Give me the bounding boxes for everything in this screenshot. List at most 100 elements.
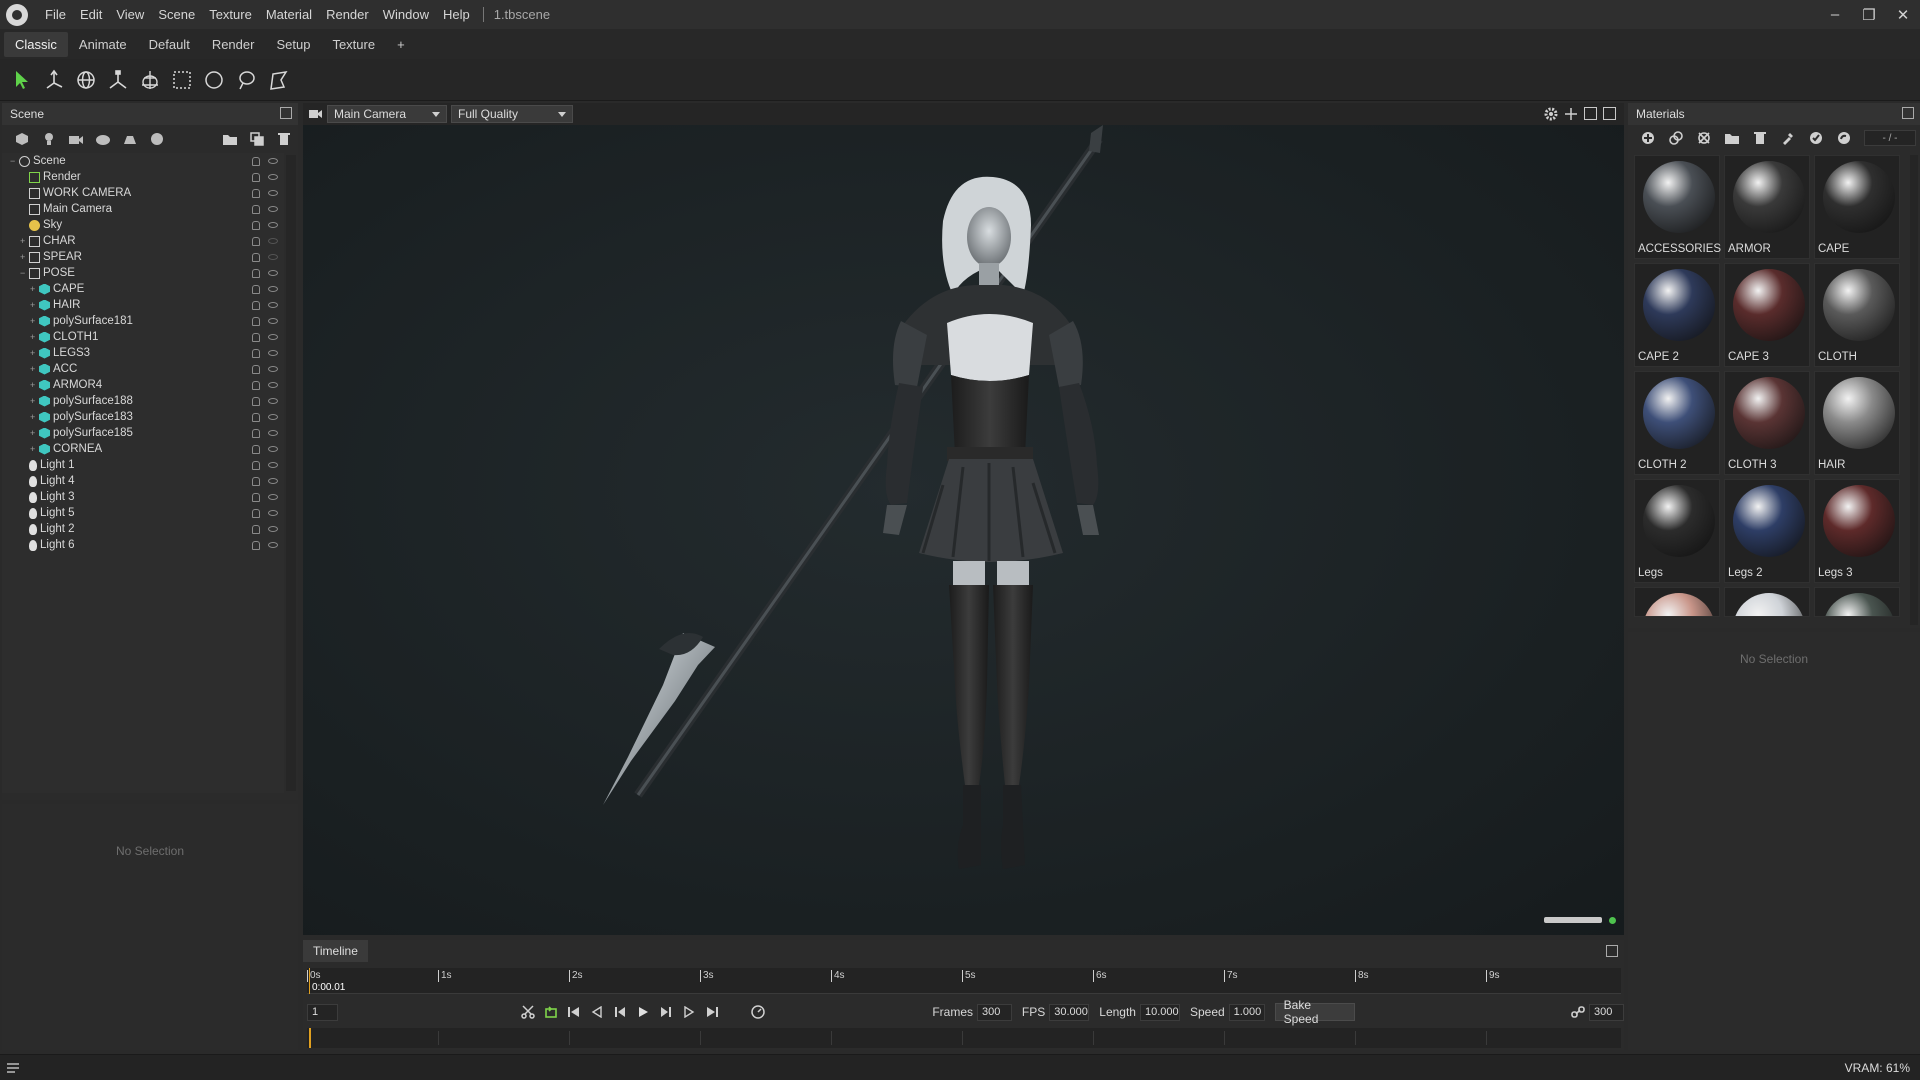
visibility-icon[interactable] bbox=[268, 525, 278, 532]
add-tab-button[interactable]: + bbox=[386, 32, 416, 57]
add-mesh-icon[interactable] bbox=[8, 128, 35, 150]
tree-expander[interactable]: + bbox=[30, 332, 39, 342]
next-frame-icon[interactable] bbox=[654, 1002, 677, 1022]
material-tile[interactable] bbox=[1634, 587, 1720, 617]
visibility-icon[interactable] bbox=[268, 429, 278, 436]
tree-row[interactable]: + ARMOR4 bbox=[2, 377, 284, 393]
lock-icon[interactable] bbox=[252, 460, 260, 470]
materials-scrollbar[interactable] bbox=[1910, 155, 1918, 625]
material-tile[interactable]: ACCESSORIES bbox=[1634, 155, 1721, 259]
tree-row[interactable]: + CAPE bbox=[2, 281, 284, 297]
tree-row[interactable]: + polySurface181 bbox=[2, 313, 284, 329]
tree-expander[interactable]: + bbox=[30, 300, 39, 310]
material-tile[interactable] bbox=[1724, 587, 1810, 617]
camera-icon[interactable] bbox=[309, 108, 323, 120]
lock-icon[interactable] bbox=[252, 492, 260, 502]
add-shader-icon[interactable] bbox=[143, 128, 170, 150]
visibility-icon[interactable] bbox=[268, 397, 278, 404]
add-fog-icon[interactable] bbox=[89, 128, 116, 150]
menu-edit[interactable]: Edit bbox=[73, 7, 109, 22]
material-tile[interactable]: ARMOR bbox=[1724, 155, 1810, 259]
tree-row[interactable]: − POSE bbox=[2, 265, 284, 281]
delete-icon[interactable] bbox=[271, 128, 298, 150]
log-icon[interactable] bbox=[6, 1062, 20, 1074]
tree-row[interactable]: + HAIR bbox=[2, 297, 284, 313]
lock-icon[interactable] bbox=[252, 444, 260, 454]
lock-icon[interactable] bbox=[252, 332, 260, 342]
lock-icon[interactable] bbox=[252, 156, 260, 166]
gear-icon[interactable] bbox=[1544, 107, 1558, 121]
lock-icon[interactable] bbox=[252, 300, 260, 310]
popout-icon[interactable] bbox=[1902, 107, 1914, 119]
tree-row[interactable]: + polySurface185 bbox=[2, 425, 284, 441]
lock-icon[interactable] bbox=[252, 188, 260, 198]
rotate-tool-icon[interactable] bbox=[70, 64, 102, 96]
material-tile[interactable]: CAPE 3 bbox=[1724, 263, 1810, 367]
add-shadow-catcher-icon[interactable] bbox=[116, 128, 143, 150]
menu-scene[interactable]: Scene bbox=[151, 7, 202, 22]
timeline-tab[interactable]: Timeline bbox=[303, 940, 368, 962]
lock-icon[interactable] bbox=[252, 540, 260, 550]
frames-field[interactable]: 300 bbox=[977, 1003, 1012, 1021]
tree-expander[interactable]: + bbox=[30, 428, 39, 438]
add-light-icon[interactable] bbox=[35, 128, 62, 150]
tree-row[interactable]: Light 4 bbox=[2, 473, 284, 489]
material-tile[interactable]: CLOTH 3 bbox=[1724, 371, 1810, 475]
material-filter-field[interactable]: - / - bbox=[1864, 130, 1916, 146]
lock-icon[interactable] bbox=[252, 252, 260, 262]
select-tool-icon[interactable] bbox=[6, 64, 38, 96]
tree-row[interactable]: + polySurface183 bbox=[2, 409, 284, 425]
lock-icon[interactable] bbox=[252, 284, 260, 294]
visibility-icon[interactable] bbox=[268, 365, 278, 372]
material-tile[interactable]: CAPE 2 bbox=[1634, 263, 1720, 367]
material-picker-icon[interactable] bbox=[1774, 127, 1802, 149]
visibility-icon[interactable] bbox=[268, 189, 278, 196]
skip-end-icon[interactable] bbox=[700, 1002, 723, 1022]
fps-field[interactable]: 30.000 bbox=[1049, 1003, 1090, 1021]
visibility-icon[interactable] bbox=[268, 157, 278, 164]
material-tile[interactable]: CAPE bbox=[1814, 155, 1900, 259]
tree-expander[interactable]: − bbox=[20, 268, 29, 278]
timeline-track[interactable] bbox=[307, 1028, 1621, 1048]
folder-icon[interactable] bbox=[217, 128, 244, 150]
tree-row[interactable]: Light 5 bbox=[2, 505, 284, 521]
tree-row[interactable]: + SPEAR bbox=[2, 249, 284, 265]
bake-speed-button[interactable]: Bake Speed bbox=[1274, 998, 1356, 1026]
lock-icon[interactable] bbox=[252, 508, 260, 518]
lock-icon[interactable] bbox=[252, 220, 260, 230]
tree-expander[interactable]: + bbox=[30, 380, 39, 390]
visibility-icon[interactable] bbox=[268, 445, 278, 452]
prev-key-icon[interactable] bbox=[585, 1002, 608, 1022]
visibility-icon[interactable] bbox=[268, 509, 278, 516]
popout-icon[interactable] bbox=[280, 107, 292, 119]
tree-row[interactable]: + CHAR bbox=[2, 233, 284, 249]
tab-texture[interactable]: Texture bbox=[321, 32, 386, 57]
add-material-icon[interactable] bbox=[1634, 127, 1662, 149]
tree-row[interactable]: Light 1 bbox=[2, 457, 284, 473]
tree-row[interactable]: Render bbox=[2, 169, 284, 185]
play-icon[interactable] bbox=[631, 1002, 654, 1022]
scene-scrollbar[interactable] bbox=[286, 155, 296, 791]
material-tile[interactable]: CLOTH 2 bbox=[1634, 371, 1720, 475]
visibility-icon[interactable] bbox=[268, 269, 278, 276]
lock-icon[interactable] bbox=[252, 172, 260, 182]
visibility-icon[interactable] bbox=[268, 413, 278, 420]
material-tile[interactable]: Legs bbox=[1634, 479, 1720, 583]
visibility-icon[interactable] bbox=[268, 317, 278, 324]
tree-row[interactable]: + CLOTH1 bbox=[2, 329, 284, 345]
tree-expander[interactable]: + bbox=[30, 284, 39, 294]
material-tile[interactable]: HAIR bbox=[1814, 371, 1900, 475]
tree-row[interactable]: Light 2 bbox=[2, 521, 284, 537]
apply-material-icon[interactable] bbox=[1802, 127, 1830, 149]
menu-window[interactable]: Window bbox=[376, 7, 436, 22]
visibility-icon[interactable] bbox=[268, 205, 278, 212]
menu-texture[interactable]: Texture bbox=[202, 7, 259, 22]
loop-icon[interactable] bbox=[539, 1002, 562, 1022]
lock-icon[interactable] bbox=[252, 364, 260, 374]
link-icon[interactable] bbox=[1566, 1002, 1589, 1022]
tree-row[interactable]: + CORNEA bbox=[2, 441, 284, 457]
frame-field[interactable]: 1 bbox=[307, 1003, 339, 1021]
unassigned-material-icon[interactable] bbox=[1690, 127, 1718, 149]
duplicate-material-icon[interactable] bbox=[1662, 127, 1690, 149]
tree-row[interactable]: WORK CAMERA bbox=[2, 185, 284, 201]
